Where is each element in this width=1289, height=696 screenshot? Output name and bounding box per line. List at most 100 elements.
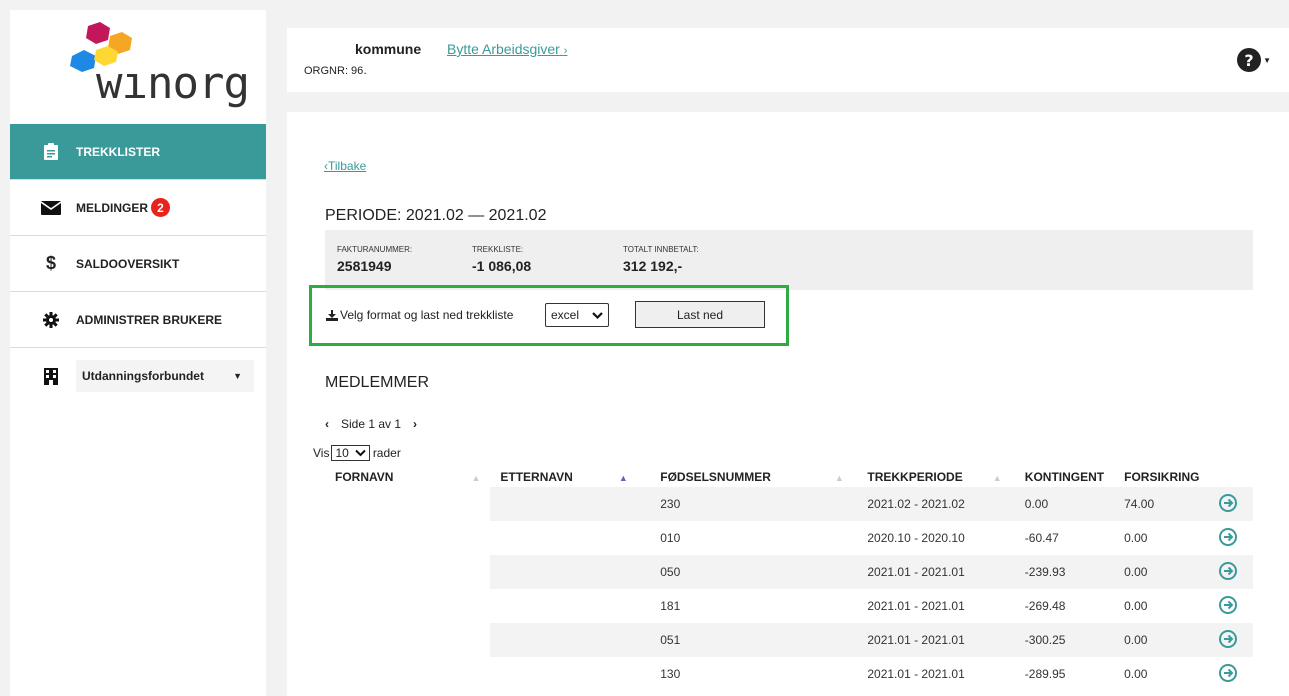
dollar-icon: $ (45, 253, 56, 273)
col-fornavn[interactable]: FORNAVN ▲ (325, 467, 490, 487)
cell-etternavn (490, 623, 651, 657)
cell-fnr-text: 051 (660, 633, 681, 647)
col-fodselsnummer[interactable]: FØDSELSNUMMER ▲ (650, 467, 857, 487)
cell-action (1209, 521, 1253, 555)
col-forsikring[interactable]: FORSIKRING (1114, 467, 1209, 487)
arrow-circle-right-icon[interactable] (1219, 595, 1238, 614)
org-number: ORGNR: 96․ (304, 65, 367, 77)
cell-kontingent: -269.48 (1024, 599, 1066, 613)
arrow-circle-right-icon[interactable] (1219, 527, 1238, 546)
cell-kontingent: -60.47 (1024, 531, 1059, 545)
invoice-number-value: 2581949 (337, 258, 392, 274)
prev-page-button[interactable]: ‹ (325, 417, 329, 431)
switch-employer-link[interactable]: Bytte Arbeidsgiver › (447, 41, 567, 57)
members-heading: MEDLEMMER (325, 374, 430, 391)
rows-suffix: rader (372, 446, 401, 460)
cell-kontingent: -300.25 (1014, 623, 1115, 657)
download-button[interactable]: Last ned (635, 301, 765, 328)
download-instruction: Velg format og last ned trekkliste (326, 308, 513, 322)
download-panel: Velg format og last ned trekkliste excel… (309, 285, 789, 346)
question-circle-icon: ? (1237, 48, 1262, 72)
sidebar-item-administrer-brukere[interactable]: ADMINISTRER BRUKERE (10, 292, 266, 348)
rows-per-page-select[interactable]: 10 (331, 445, 370, 461)
org-select-label: Utdanningsforbundet (82, 369, 204, 383)
sidebar-item-label: MELDINGER (76, 200, 148, 215)
help-menu-button[interactable]: ? ▼ (1237, 48, 1271, 72)
next-page-button[interactable]: › (413, 417, 417, 431)
cell-forsikring: 0.00 (1114, 555, 1210, 589)
winorg-logo[interactable]: wınorg (58, 22, 250, 122)
download-icon (326, 309, 338, 321)
notification-badge: 2 (151, 198, 170, 217)
cell-kontingent: -239.93 (1014, 555, 1115, 589)
sort-ascending-icon: ▲ (618, 473, 628, 483)
col-forsikring-label: FORSIKRING (1124, 470, 1200, 484)
cell-action (1209, 589, 1253, 623)
col-trekkperiode-label: TREKKPERIODE (867, 470, 963, 484)
back-link[interactable]: ‹Tilbake (324, 159, 366, 173)
col-kontingent[interactable]: KONTINGENT (1015, 467, 1114, 487)
cell-action (1209, 555, 1253, 589)
cell-trekkperiode: 2021.01 - 2021.01 (867, 599, 965, 613)
cell-fornavn (325, 487, 491, 521)
sidebar-item-meldinger[interactable]: MELDINGER 2 (10, 180, 266, 236)
back-link-label: Tilbake (328, 159, 367, 173)
sidebar-item-label: TREKKLISTER (76, 144, 160, 159)
sidebar-item-saldooversikt[interactable]: $ SALDOOVERSIKT (10, 236, 266, 292)
org-select[interactable]: Utdanningsforbundet ▼ (76, 360, 254, 392)
cell-fnr-text: 010 (660, 531, 681, 545)
col-action (1209, 467, 1253, 487)
format-select-value: excel (551, 308, 580, 322)
table-header-row: FORNAVN ▲ ETTERNAVN ▲ FØDSELSNUMMER ▲ TREKK… (325, 467, 1253, 487)
arrow-circle-right-icon[interactable] (1219, 493, 1238, 512)
page-title: PERIODE: 2021.02 — 2021.02 (325, 207, 547, 224)
table-row[interactable]: 130 2021.01 - 2021.01 -289.95 0.00 (325, 657, 1253, 691)
invoice-number: FAKTURANUMMER: 2581949 (337, 245, 412, 274)
col-etternavn-label: ETTERNAVN (500, 470, 573, 484)
col-fornavn-label: FORNAVN (335, 470, 394, 484)
table-row[interactable]: 051 2021.01 - 2021.01 -300.25 0.00 (325, 623, 1253, 657)
chevron-down-icon (592, 312, 603, 320)
format-select[interactable]: excel (545, 303, 609, 327)
cell-fodselsnummer: 050 (650, 555, 858, 589)
arrow-circle-right-icon[interactable] (1219, 561, 1238, 580)
caret-down-icon: ▼ (233, 371, 242, 381)
org-switcher: Utdanningsforbundet ▼ (10, 348, 266, 404)
trekkliste-total: TREKKLISTE: -1 086,08 (472, 245, 531, 274)
cell-kontingent: 0.00 (1014, 487, 1115, 521)
cell-fornavn (325, 657, 491, 691)
cell-etternavn (490, 487, 651, 521)
cell-fodselsnummer: 051 (650, 623, 858, 657)
company-name: kommune (355, 41, 422, 57)
sort-icon: ▲ (992, 473, 1002, 483)
sidebar-nav: TREKKLISTER MELDINGER 2 $ SALDOOVERSIKT … (10, 124, 266, 404)
arrow-circle-right-icon[interactable] (1219, 629, 1238, 648)
cell-action (1209, 657, 1253, 691)
col-kontingent-label: KONTINGENT (1024, 470, 1105, 484)
sidebar-item-trekklister[interactable]: TREKKLISTER (10, 124, 266, 180)
cell-fodselsnummer: 181 (650, 589, 857, 623)
cell-trekkperiode: 2021.01 - 2021.01 (857, 555, 1015, 589)
trekkliste-label: TREKKLISTE: (472, 245, 524, 254)
table-row[interactable]: 010 2020.10 - 2020.10 -60.47 0.00 (325, 521, 1253, 555)
col-trekkperiode[interactable]: TREKKPERIODE ▲ (857, 467, 1014, 487)
envelope-icon (40, 200, 62, 215)
cell-fnr-text: 230 (660, 497, 681, 511)
arrow-circle-right-icon[interactable] (1219, 663, 1238, 682)
sort-icon: ▲ (471, 473, 481, 483)
sidebar-item-label: SALDOOVERSIKT (76, 256, 180, 271)
sidebar-item-label: ADMINISTRER BRUKERE (76, 312, 223, 327)
clipboard-icon (40, 143, 62, 160)
total-paid: TOTALT INNBETALT: 312 192,- (623, 245, 699, 274)
table-row[interactable]: 230 2021.02 - 2021.02 0.00 74.00 (325, 487, 1253, 521)
cell-fodselsnummer: 010 (650, 521, 857, 555)
cell-fornavn (325, 521, 491, 555)
table-row[interactable]: 181 2021.01 - 2021.01 -269.48 0.00 (325, 589, 1253, 623)
table-row[interactable]: 050 2021.01 - 2021.01 -239.93 0.00 (325, 555, 1253, 589)
cell-kontingent: -289.95 (1024, 667, 1066, 681)
col-etternavn[interactable]: ETTERNAVN ▲ (490, 467, 650, 487)
logo-text: wınorg (96, 58, 250, 109)
trekkliste-value: -1 086,08 (472, 258, 532, 274)
download-instruction-text: Velg format og last ned trekkliste (340, 308, 514, 322)
cell-fornavn (325, 555, 491, 589)
